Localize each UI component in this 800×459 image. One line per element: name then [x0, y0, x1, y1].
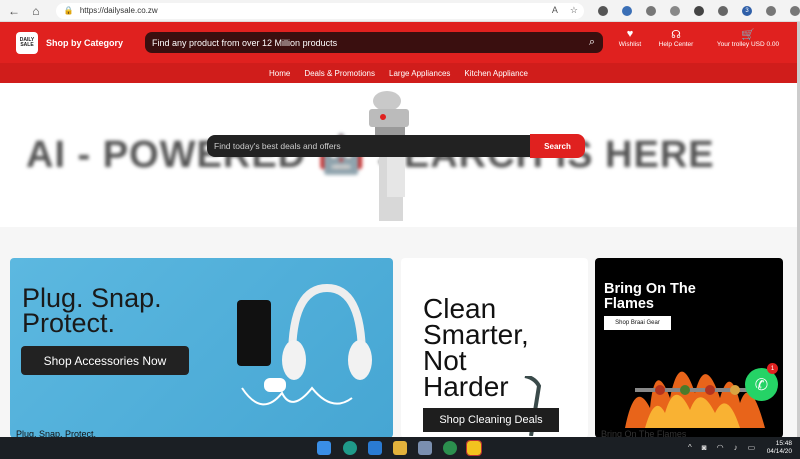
clock-date: 04/14/20 [766, 448, 792, 455]
promo-section: Plug. Snap. Protect. Shop Accessories No… [0, 245, 797, 438]
robot-illustration [369, 91, 409, 221]
heart-icon: ♥ [626, 28, 634, 40]
favorite-icon[interactable]: ☆ [570, 5, 578, 16]
address-bar[interactable]: 🔒 https://dailysale.co.zw A ☆ [55, 2, 584, 19]
url-text: https://dailysale.co.zw [79, 6, 158, 15]
section-divider [0, 227, 797, 245]
extension-icon[interactable] [645, 5, 656, 16]
menu-item-kitchen-appliance[interactable]: Kitchen Appliance [464, 69, 528, 78]
chevron-up-icon[interactable]: ^ [688, 443, 692, 452]
database-app-icon[interactable] [418, 441, 432, 455]
promo-title-line: Flames [604, 296, 654, 312]
wishlist-link[interactable]: ♥ Wishlist [612, 28, 648, 48]
app-tray-icon[interactable]: ◙ [702, 443, 707, 452]
os-taskbar: ^ ◙ ◠ ♪ ▭ 15:48 04/14/20 [0, 437, 800, 459]
help-center-link[interactable]: ☊ Help Center [650, 28, 702, 48]
promo-title: Plug. Snap. Protect. [22, 285, 162, 338]
product-search-input[interactable]: Find any product from over 12 Million pr… [145, 32, 603, 53]
lock-icon: 🔒 [63, 6, 74, 15]
menu-item-large-appliances[interactable]: Large Appliances [389, 69, 450, 78]
notification-badge: 1 [767, 363, 778, 374]
battery-icon[interactable]: ▭ [748, 443, 756, 452]
site-logo[interactable]: DAILY SALE [16, 31, 38, 54]
whatsapp-icon: ✆ [754, 376, 769, 394]
volume-icon[interactable]: ♪ [734, 443, 738, 452]
browser-toolbar: ← ⌂ 🔒 https://dailysale.co.zw A ☆ 3 [0, 0, 800, 22]
headphones-image [237, 283, 372, 406]
site-header: DAILY SALE Shop by Category Find any pro… [0, 22, 797, 63]
extension-icon[interactable] [597, 5, 608, 16]
app-icon[interactable] [443, 441, 457, 455]
edge-browser-icon[interactable] [343, 441, 357, 455]
shield-icon[interactable] [693, 5, 704, 16]
help-label: Help Center [658, 41, 694, 48]
home-icon[interactable]: ⌂ [28, 3, 44, 19]
clock-time: 15:48 [775, 440, 792, 447]
hero-banner: AI - POWERED 🤖 SEARCH IS HERE Find today… [0, 83, 797, 227]
main-menu: Home Deals & Promotions Large Appliances… [0, 63, 797, 83]
shop-braai-button[interactable]: Shop Braai Gear [604, 316, 671, 330]
promo-title-line: Protect. [22, 308, 116, 338]
shop-by-category-button[interactable]: Shop by Category [46, 38, 123, 48]
extension-icon[interactable]: 3 [741, 5, 752, 16]
system-tray: ^ ◙ ◠ ♪ ▭ [688, 443, 755, 452]
shop-cleaning-button[interactable]: Shop Cleaning Deals [423, 408, 559, 432]
ai-search-input[interactable]: Find today's best deals and offers [207, 135, 531, 157]
ai-search-button[interactable]: Search [530, 134, 585, 158]
promo-title-line: Bring On The [604, 281, 696, 297]
wifi-icon[interactable]: ◠ [717, 443, 724, 452]
file-explorer-icon[interactable] [393, 441, 407, 455]
menu-item-deals[interactable]: Deals & Promotions [304, 69, 375, 78]
read-aloud-icon[interactable]: A [552, 5, 558, 16]
clock[interactable]: 15:48 04/14/20 [767, 440, 792, 456]
shop-accessories-button[interactable]: Shop Accessories Now [21, 346, 189, 375]
vscode-icon[interactable] [368, 441, 382, 455]
search-placeholder: Find any product from over 12 Million pr… [152, 37, 338, 48]
shield-icon[interactable] [717, 5, 728, 16]
back-icon[interactable]: ← [6, 3, 22, 19]
favorites-icon[interactable] [789, 5, 800, 16]
menu-item-home[interactable]: Home [269, 69, 290, 78]
cart-icon: 🛒 [741, 29, 755, 41]
headset-icon: ☊ [671, 29, 681, 41]
extensions-icon[interactable] [765, 5, 776, 16]
windows-start-icon[interactable] [317, 441, 331, 455]
wishlist-label: Wishlist [618, 41, 642, 48]
trolley-label: Your trolley USD 0.00 [716, 41, 780, 48]
trolley-link[interactable]: 🛒 Your trolley USD 0.00 [708, 28, 788, 48]
promo-card-accessories[interactable]: Plug. Snap. Protect. Shop Accessories No… [10, 258, 393, 438]
promo-card-braai[interactable]: Bring On The Flames Shop Braai Gear Brin… [595, 258, 783, 438]
sticky-notes-icon[interactable] [466, 440, 482, 456]
promo-card-cleaning[interactable]: Clean Smarter, Not Harder Shop Cleaning … [401, 258, 588, 438]
promo-title: Bring On The Flames [604, 282, 696, 312]
search-icon[interactable]: ⌕ [589, 36, 595, 49]
extension-icon[interactable] [621, 5, 632, 16]
extension-icon[interactable] [669, 5, 680, 16]
ai-search-placeholder: Find today's best deals and offers [214, 141, 341, 151]
